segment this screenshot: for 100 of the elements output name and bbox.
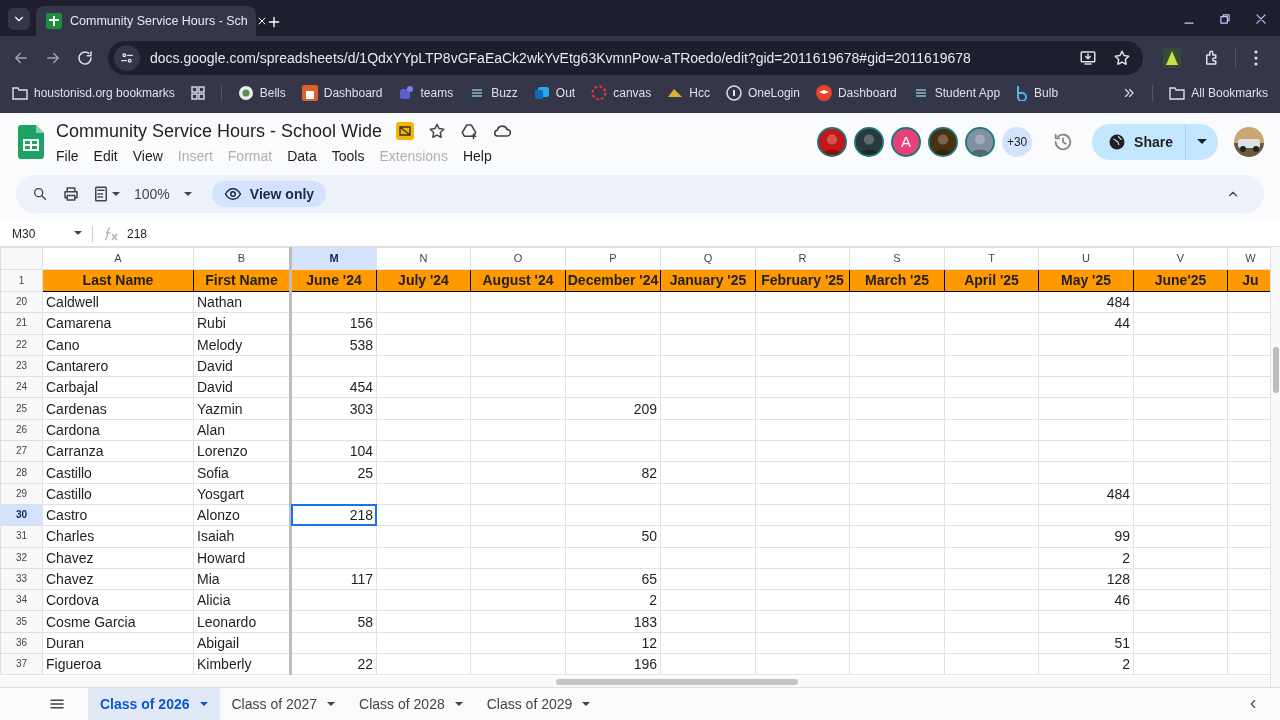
table-cell[interactable]: 25 — [290, 461, 377, 484]
bookmark-link[interactable]: houstonisd.org bookmarks — [34, 84, 175, 102]
install-icon[interactable] — [1079, 49, 1097, 67]
table-cell[interactable]: 12 — [565, 632, 661, 654]
column-header[interactable]: O — [470, 247, 566, 270]
table-cell[interactable]: Cordova — [42, 589, 194, 611]
row-number[interactable]: 27 — [0, 440, 43, 462]
bookmark-link[interactable]: Dashboard — [323, 84, 383, 102]
table-cell[interactable]: 156 — [290, 312, 377, 335]
row-number[interactable]: 22 — [0, 334, 43, 356]
menu-item[interactable]: Help — [462, 145, 492, 167]
menu-item[interactable]: Tools — [331, 145, 365, 167]
table-cell[interactable]: Castillo — [42, 461, 194, 484]
table-cell[interactable]: 303 — [290, 398, 377, 420]
table-cell[interactable]: Lorenzo — [193, 440, 291, 462]
table-cell[interactable]: Alicia — [193, 589, 291, 611]
column-header[interactable]: Q — [660, 247, 756, 270]
table-cell[interactable]: 2 — [1038, 547, 1134, 569]
table-cell[interactable]: 65 — [565, 568, 661, 590]
table-cell[interactable]: David — [193, 355, 291, 377]
menu-item[interactable]: View — [132, 145, 163, 167]
sheet-tab[interactable]: Class of 2026 — [88, 688, 220, 720]
avatar[interactable] — [817, 127, 848, 157]
profile-avatar[interactable] — [1234, 127, 1264, 157]
row-number[interactable]: 1 — [0, 269, 43, 292]
column-header[interactable]: U — [1038, 247, 1134, 270]
column-header[interactable]: P — [565, 247, 661, 270]
table-cell[interactable]: Alan — [193, 419, 291, 441]
chevrons-icon[interactable] — [1122, 86, 1137, 100]
table-cell[interactable]: 196 — [565, 653, 661, 675]
site-settings-icon[interactable] — [114, 45, 140, 71]
sheet-tab[interactable]: Class of 2027 — [219, 688, 348, 720]
row-number[interactable]: 30 — [0, 504, 43, 526]
address-bar[interactable]: docs.google.com/spreadsheets/d/1QdxYYpLTP8vGFaEaCk2wkYvEtg63KvmnPow-aTRoedo/edit?gid=2011619678#gid=2011619678 — [108, 41, 1143, 75]
formula-value[interactable]: 218 — [127, 224, 148, 243]
menu-item[interactable]: Edit — [93, 145, 118, 167]
table-cell[interactable]: Yazmin — [193, 398, 291, 420]
table-cell[interactable]: 484 — [1038, 483, 1134, 505]
row-number[interactable]: 32 — [0, 547, 43, 569]
extension-icon[interactable] — [1163, 48, 1181, 68]
table-cell[interactable]: Cosme Garcia — [42, 610, 194, 633]
table-cell[interactable]: 82 — [565, 461, 661, 484]
caret-icon[interactable] — [454, 701, 463, 707]
table-cell[interactable]: Chavez — [42, 568, 194, 590]
table-cell[interactable]: 104 — [290, 440, 377, 462]
table-cell[interactable]: 209 — [565, 398, 661, 420]
search-icon[interactable] — [32, 186, 48, 202]
table-cell[interactable]: Castillo — [42, 483, 194, 505]
menu-item[interactable]: Data — [287, 145, 317, 167]
table-cell[interactable]: Chavez — [42, 547, 194, 569]
bookmark-link[interactable]: Hcc — [689, 84, 710, 102]
column-header[interactable]: T — [944, 247, 1039, 270]
table-cell[interactable]: Mia — [193, 568, 291, 590]
star-icon[interactable] — [428, 122, 447, 140]
reload-icon[interactable] — [76, 49, 94, 67]
table-cell[interactable]: Figueroa — [42, 653, 194, 675]
bookmark-link[interactable]: Bulb — [1034, 84, 1059, 102]
table-cell[interactable]: David — [193, 376, 291, 398]
avatar[interactable] — [854, 127, 885, 157]
caret-icon[interactable] — [327, 701, 336, 707]
zoom-dropdown[interactable]: 100% — [134, 183, 192, 205]
table-cell[interactable]: Nathan — [193, 291, 291, 313]
table-cell[interactable]: 2 — [1038, 653, 1134, 675]
row-number[interactable]: 34 — [0, 589, 43, 611]
table-cell[interactable]: 44 — [1038, 312, 1134, 335]
row-number[interactable]: 25 — [0, 398, 43, 420]
avatar[interactable] — [928, 127, 959, 157]
table-cell[interactable]: 22 — [290, 653, 377, 675]
no-edit-icon[interactable] — [396, 122, 415, 140]
bookmark-link[interactable]: Bells — [259, 84, 286, 102]
row-number[interactable]: 35 — [0, 610, 43, 633]
bookmark-star-icon[interactable] — [1113, 49, 1131, 67]
row-number[interactable]: 20 — [0, 291, 43, 313]
drive-add-icon[interactable] — [460, 122, 479, 140]
name-box[interactable]: M30 — [0, 224, 92, 243]
table-cell[interactable]: Camarena — [42, 312, 194, 335]
table-cell[interactable]: Duran — [42, 632, 194, 654]
selected-cell[interactable]: 218 — [290, 504, 377, 526]
row-number[interactable]: 29 — [0, 483, 43, 505]
table-cell[interactable]: 484 — [1038, 291, 1134, 313]
calculator-dropdown[interactable] — [92, 185, 120, 203]
row-number[interactable]: 36 — [0, 632, 43, 654]
caret-icon[interactable] — [199, 701, 208, 707]
caret-icon[interactable] — [582, 701, 591, 707]
table-cell[interactable]: Leonardo — [193, 610, 291, 633]
column-header[interactable]: B — [193, 247, 291, 270]
new-tab-icon[interactable] — [266, 14, 282, 30]
table-cell[interactable]: 538 — [290, 334, 377, 356]
row-number[interactable]: 28 — [0, 461, 43, 484]
column-header[interactable]: V — [1133, 247, 1228, 270]
table-cell[interactable]: 128 — [1038, 568, 1134, 590]
row-number[interactable]: 26 — [0, 419, 43, 441]
bookmark-link[interactable]: Out — [555, 84, 576, 102]
table-cell[interactable]: 183 — [565, 610, 661, 633]
table-cell[interactable]: Abigail — [193, 632, 291, 654]
menu-icon[interactable] — [1254, 50, 1258, 66]
bookmark-link[interactable]: OneLogin — [747, 84, 800, 102]
bookmark-link[interactable]: Student App — [934, 84, 1001, 102]
table-cell[interactable]: Charles — [42, 525, 194, 548]
apps-icon[interactable] — [190, 86, 205, 100]
